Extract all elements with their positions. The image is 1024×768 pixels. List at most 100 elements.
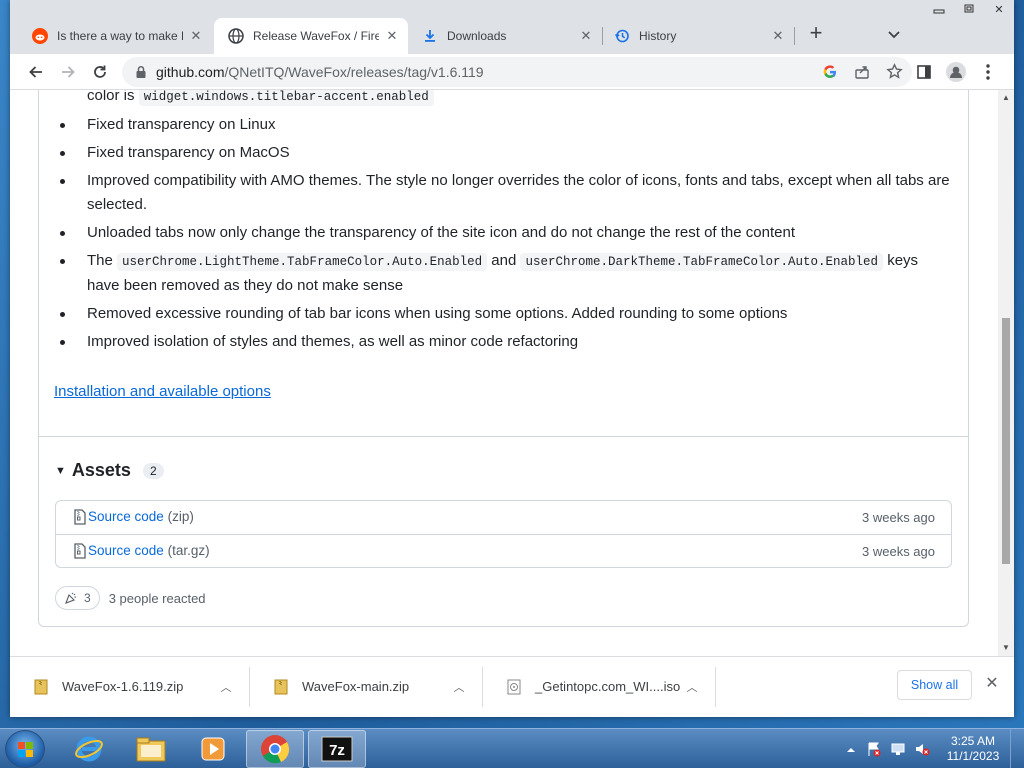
reaction-button[interactable]: 3 [55, 586, 100, 610]
clock-time: 3:25 AM [950, 734, 996, 748]
list-item: Improved isolation of styles and themes,… [54, 330, 954, 354]
disc-image-file-icon [507, 679, 521, 695]
share-icon[interactable] [854, 64, 870, 85]
scrollbar-thumb[interactable] [1002, 318, 1010, 564]
tab-reddit[interactable]: Is there a way to make F ✕ [18, 18, 212, 54]
note-partial-line: color is widget.windows.titlebar-accent.… [54, 90, 954, 109]
close-tab-icon[interactable]: ✕ [188, 28, 204, 44]
svg-text:7z: 7z [329, 742, 345, 759]
address-bar[interactable]: github.com/QNetITQ/WaveFox/releases/tag/… [122, 57, 912, 87]
maximize-icon[interactable] [954, 0, 984, 18]
download-item[interactable]: WaveFox-main.zip ︿ [250, 667, 483, 707]
network-icon[interactable] [890, 741, 906, 762]
windows-taskbar: 7z 3:25 AM 11/1/2023 [0, 728, 1024, 768]
scroll-up-icon[interactable]: ▲ [998, 90, 1014, 106]
chrome-window: Is there a way to make F ✕ Release WaveF… [10, 0, 1014, 717]
bookmark-star-icon[interactable] [886, 63, 903, 85]
tab-strip: Is there a way to make F ✕ Release WaveF… [10, 0, 1014, 54]
globe-icon [228, 28, 244, 44]
reload-button[interactable] [88, 60, 112, 84]
download-item[interactable]: WaveFox-1.6.119.zip ︿ [10, 667, 250, 707]
asset-row: Source code (tar.gz) 3 weeks ago [56, 534, 951, 567]
note-code: userChrome.LightTheme.TabFrameColor.Auto… [117, 253, 488, 271]
list-item: Removed excessive rounding of tab bar ic… [54, 302, 954, 326]
chrome-taskbar-icon[interactable] [246, 730, 304, 768]
close-window-icon[interactable]: ✕ [984, 0, 1014, 18]
source-code-targz-link[interactable]: Source code (tar.gz) [88, 543, 210, 558]
list-item: Fixed transparency on MacOS [54, 141, 954, 165]
installation-options-link[interactable]: Installation and available options [54, 383, 271, 400]
profile-avatar-icon[interactable] [944, 60, 968, 84]
tab-downloads[interactable]: Downloads ✕ [408, 18, 602, 54]
minimize-icon[interactable] [924, 0, 954, 18]
tab-search-icon[interactable] [886, 26, 902, 42]
reddit-icon [32, 28, 48, 44]
note-code: userChrome.DarkTheme.TabFrameColor.Auto.… [520, 253, 884, 271]
menu-dots-icon[interactable] [976, 60, 1000, 84]
close-tab-icon[interactable]: ✕ [770, 28, 786, 44]
asset-list: Source code (zip) 3 weeks ago Source cod… [55, 500, 952, 568]
assets-header[interactable]: ▼ Assets 2 [55, 460, 164, 481]
list-item: Improved compatibility with AMO themes. … [54, 169, 954, 217]
browser-toolbar: github.com/QNetITQ/WaveFox/releases/tag/… [10, 54, 1014, 90]
chevron-up-icon[interactable]: ︿ [218, 679, 234, 695]
list-item: Fixed transparency on Linux [54, 113, 954, 137]
download-item[interactable]: _Getintopc.com_WI....iso ︿ [483, 667, 716, 707]
tab-history[interactable]: History ✕ [600, 18, 794, 54]
asset-name: Source code [88, 543, 164, 558]
asset-row: Source code (zip) 3 weeks ago [56, 501, 951, 534]
page-content: color is widget.windows.titlebar-accent.… [10, 90, 998, 656]
system-clock[interactable]: 3:25 AM 11/1/2023 [938, 734, 1008, 764]
show-hidden-icons-icon[interactable] [846, 742, 856, 760]
internet-explorer-icon[interactable] [60, 730, 118, 768]
scroll-down-icon[interactable]: ▼ [998, 640, 1014, 656]
file-zip-icon [73, 509, 87, 525]
note-code: widget.windows.titlebar-accent.enabled [138, 90, 434, 106]
tab-release-wavefox[interactable]: Release WaveFox / Firefo ✕ [214, 18, 408, 54]
close-tab-icon[interactable]: ✕ [578, 28, 594, 44]
history-icon [614, 28, 630, 44]
reaction-count: 3 [84, 591, 91, 605]
start-button[interactable] [5, 730, 45, 768]
back-button[interactable] [24, 60, 48, 84]
chevron-up-icon[interactable]: ︿ [451, 679, 467, 695]
window-controls: ✕ [924, 0, 1014, 18]
tab-label: Downloads [447, 29, 507, 43]
tab-label: History [639, 29, 677, 43]
note-text: color is [87, 90, 135, 104]
download-filename: WaveFox-1.6.119.zip [62, 679, 184, 694]
source-code-zip-link[interactable]: Source code (zip) [88, 509, 194, 524]
triangle-down-icon: ▼ [55, 464, 66, 477]
asset-date: 3 weeks ago [862, 510, 935, 525]
download-filename: _Getintopc.com_WI....iso [535, 679, 681, 694]
release-notes: color is widget.windows.titlebar-accent.… [54, 90, 954, 358]
new-tab-button[interactable]: + [806, 22, 826, 44]
tab-label: Release WaveFox / Firefo [253, 29, 379, 43]
zip-file-icon [34, 679, 48, 695]
close-tab-icon[interactable]: ✕ [384, 28, 400, 44]
chevron-up-icon[interactable]: ︿ [684, 679, 700, 695]
show-all-button[interactable]: Show all [897, 670, 972, 700]
list-item: The userChrome.LightTheme.TabFrameColor.… [54, 249, 954, 298]
7zip-icon[interactable]: 7z [308, 730, 366, 768]
page-scrollbar[interactable]: ▲ ▼ [998, 90, 1014, 656]
volume-muted-icon[interactable] [914, 741, 930, 762]
download-icon [422, 28, 438, 44]
url-path: /QNetITQ/WaveFox/releases/tag/v1.6.119 [224, 64, 484, 80]
tab-separator [794, 27, 795, 45]
side-panel-icon[interactable] [912, 60, 936, 84]
note-text: and [491, 252, 517, 269]
google-icon[interactable] [822, 64, 838, 85]
lock-icon[interactable] [134, 65, 148, 79]
download-filename: WaveFox-main.zip [302, 679, 410, 694]
close-download-bar-icon[interactable]: ✕ [983, 675, 1001, 693]
action-center-flag-icon[interactable] [866, 741, 882, 762]
file-explorer-icon[interactable] [122, 730, 180, 768]
assets-count-badge: 2 [142, 462, 164, 479]
url-text: github.com/QNetITQ/WaveFox/releases/tag/… [156, 64, 484, 80]
media-player-icon[interactable] [184, 730, 242, 768]
show-desktop-button[interactable] [1010, 729, 1024, 768]
list-item: Unloaded tabs now only change the transp… [54, 221, 954, 245]
url-host: github.com [156, 64, 225, 80]
forward-button[interactable] [56, 60, 80, 84]
